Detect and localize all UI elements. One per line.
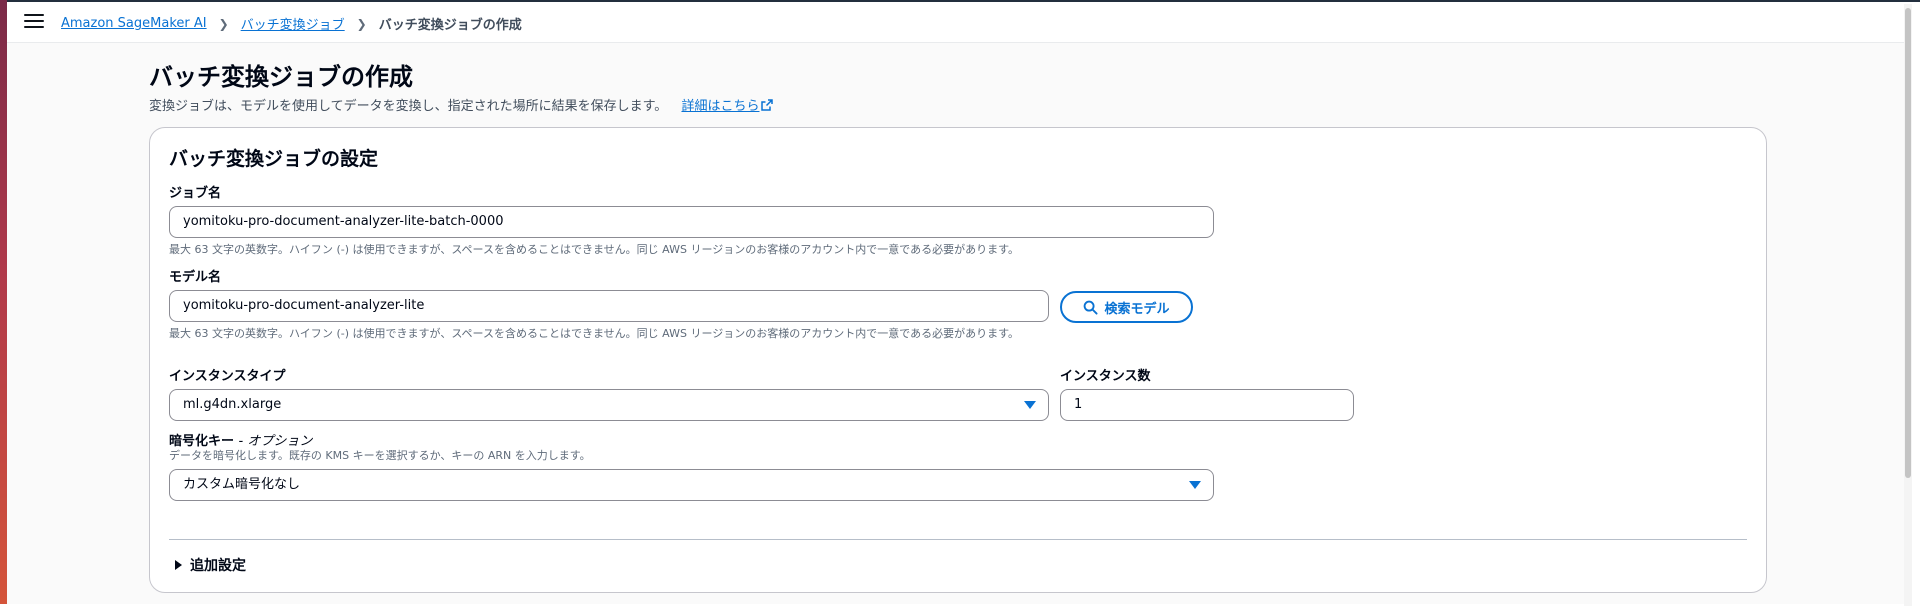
instance-type-value: ml.g4dn.xlarge: [183, 397, 282, 412]
instance-type-select[interactable]: ml.g4dn.xlarge: [169, 389, 1049, 421]
breadcrumb: Amazon SageMaker AI ❯ バッチ変換ジョブ ❯ バッチ変換ジョ…: [61, 14, 522, 33]
search-icon: [1084, 300, 1099, 315]
model-name-hint: 最大 63 文字の英数字。ハイフン (-) は使用できますが、スペースを含めるこ…: [169, 327, 1020, 340]
job-name-input[interactable]: yomitoku-pro-document-analyzer-lite-batc…: [169, 206, 1214, 238]
search-model-label: 検索モデル: [1104, 301, 1170, 317]
caret-down-icon: [1024, 401, 1036, 409]
learn-more-label: 詳細はこちら: [681, 99, 760, 114]
encryption-key-label-text: 暗号化キー: [169, 434, 235, 449]
description-text: 変換ジョブは、モデルを使用してデータを変換し、指定された場所に結果を保存します。: [149, 99, 668, 114]
encryption-key-label: 暗号化キー - オプション: [169, 430, 312, 449]
page-description: 変換ジョブは、モデルを使用してデータを変換し、指定された場所に結果を保存します。…: [149, 95, 774, 114]
job-name-label: ジョブ名: [169, 186, 222, 201]
caret-down-icon: [1189, 481, 1201, 489]
breadcrumb-batch-jobs[interactable]: バッチ変換ジョブ: [241, 14, 345, 33]
caret-right-icon: [175, 560, 182, 570]
search-model-button[interactable]: 検索モデル: [1060, 291, 1193, 323]
job-settings-container: バッチ変換ジョブの設定 ジョブ名 yomitoku-pro-document-a…: [149, 127, 1767, 593]
encryption-key-value: カスタム暗号化なし: [183, 477, 301, 492]
breadcrumb-sagemaker[interactable]: Amazon SageMaker AI: [61, 16, 207, 31]
console-window: Amazon SageMaker AI ❯ バッチ変換ジョブ ❯ バッチ変換ジョ…: [7, 2, 1912, 606]
instance-count-input[interactable]: 1: [1060, 389, 1354, 421]
optional-tag: - オプション: [238, 434, 313, 449]
model-name-input[interactable]: yomitoku-pro-document-analyzer-lite: [169, 290, 1049, 322]
external-link-icon: [761, 99, 774, 111]
chevron-right-icon: ❯: [356, 16, 367, 31]
breadcrumb-bar: Amazon SageMaker AI ❯ バッチ変換ジョブ ❯ バッチ変換ジョ…: [7, 2, 1912, 43]
desktop-edge: [0, 0, 7, 604]
encryption-key-select[interactable]: カスタム暗号化なし: [169, 469, 1214, 501]
hamburger-menu-icon[interactable]: [24, 14, 44, 30]
section-divider: [169, 539, 1747, 540]
job-name-hint: 最大 63 文字の英数字。ハイフン (-) は使用できますが、スペースを含めるこ…: [169, 243, 1020, 256]
model-name-label: モデル名: [169, 270, 222, 285]
breadcrumb-current: バッチ変換ジョブの作成: [378, 18, 522, 33]
chevron-right-icon: ❯: [218, 16, 229, 31]
learn-more-link[interactable]: 詳細はこちら: [681, 99, 774, 114]
instance-type-label: インスタンスタイプ: [169, 369, 286, 384]
main-content: バッチ変換ジョブの作成 変換ジョブは、モデルを使用してデータを変換し、指定された…: [7, 43, 1912, 604]
scrollbar[interactable]: [1904, 4, 1912, 606]
section-title: バッチ変換ジョブの設定: [169, 148, 379, 170]
encryption-key-hint: データを暗号化します。既存の KMS キーを選択するか、キーの ARN を入力し…: [169, 449, 591, 462]
scrollbar-thumb[interactable]: [1905, 8, 1911, 478]
additional-settings-label: 追加設定: [190, 558, 246, 574]
page-title: バッチ変換ジョブの作成: [149, 63, 413, 91]
additional-settings-expander[interactable]: 追加設定: [175, 555, 246, 575]
instance-count-label: インスタンス数: [1060, 369, 1151, 384]
